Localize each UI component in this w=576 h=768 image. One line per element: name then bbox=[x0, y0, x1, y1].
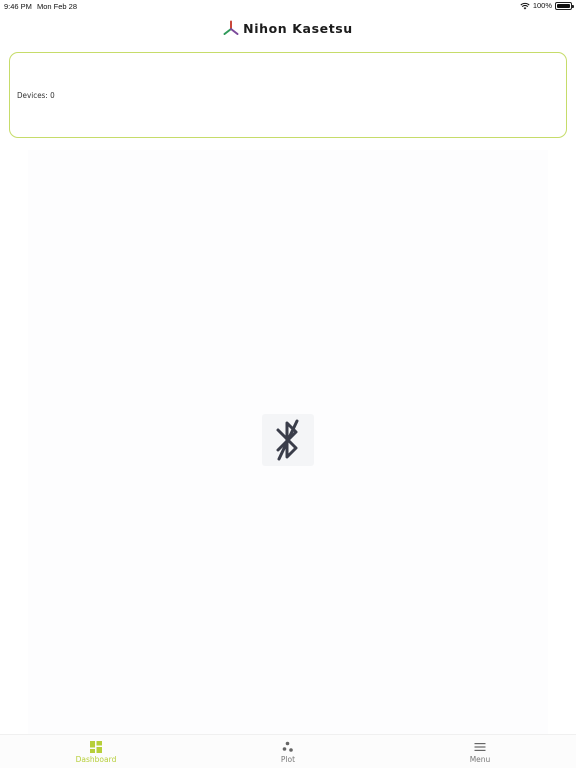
tab-dashboard[interactable]: Dashboard bbox=[66, 735, 126, 768]
wifi-icon bbox=[520, 2, 530, 9]
plot-dots-icon bbox=[282, 741, 293, 752]
app-header: Nihon Kasetsu bbox=[0, 16, 576, 40]
devices-card: Devices: 0 bbox=[9, 52, 567, 138]
bluetooth-status bbox=[262, 414, 314, 466]
devices-count-label: Devices: 0 bbox=[17, 91, 55, 100]
battery-percentage: 100% bbox=[532, 1, 552, 10]
status-time: 9:46 PM bbox=[4, 2, 32, 11]
app-title: Nihon Kasetsu bbox=[243, 20, 353, 36]
tab-dashboard-label: Dashboard bbox=[75, 755, 117, 764]
tab-plot[interactable]: Plot bbox=[263, 735, 313, 768]
hamburger-menu-icon bbox=[474, 743, 486, 751]
status-right: 100% bbox=[520, 1, 574, 10]
tab-menu-label: Menu bbox=[469, 755, 491, 764]
tab-menu[interactable]: Menu bbox=[455, 735, 505, 768]
status-bar: 9:46 PM Mon Feb 28 100% bbox=[0, 0, 576, 12]
bluetooth-disabled-icon bbox=[276, 419, 299, 461]
status-date: Mon Feb 28 bbox=[37, 2, 78, 11]
tab-plot-label: Plot bbox=[280, 755, 296, 764]
tripod-logo bbox=[223, 20, 239, 35]
dashboard-grid-icon bbox=[90, 741, 102, 753]
tab-bar: Dashboard Plot Menu bbox=[0, 734, 576, 768]
battery-icon bbox=[555, 1, 574, 10]
